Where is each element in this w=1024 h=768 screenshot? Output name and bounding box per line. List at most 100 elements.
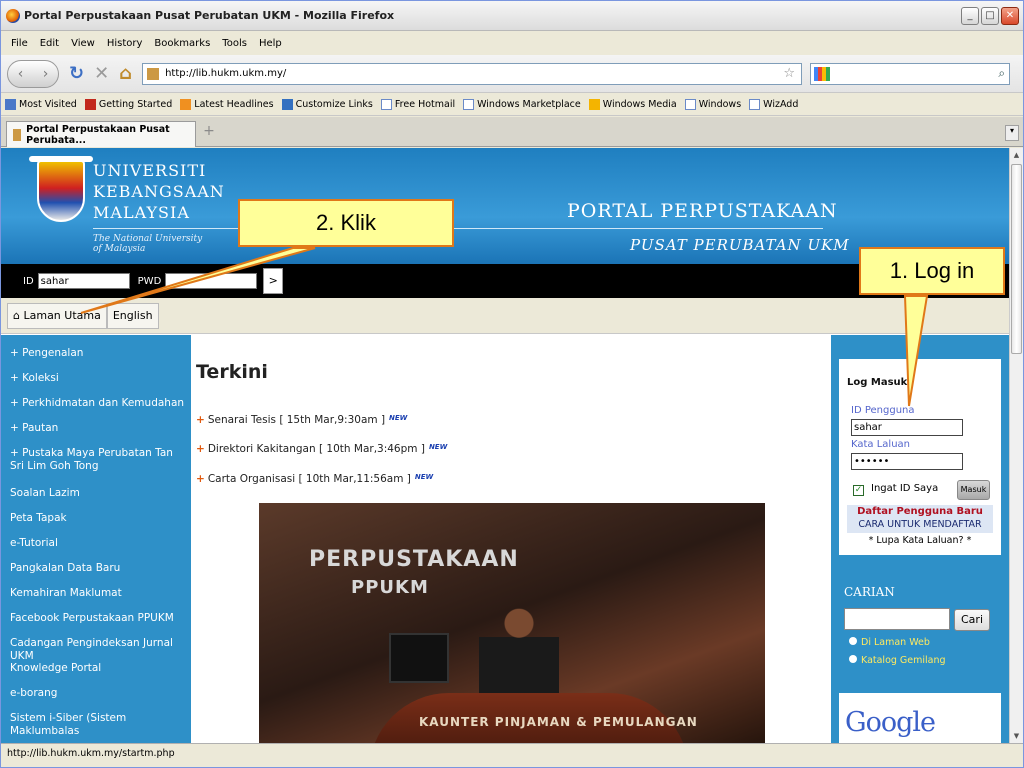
bookmark-free-hotmail[interactable]: Free Hotmail bbox=[380, 99, 455, 110]
bookmarks-toolbar: Most Visited Getting Started Latest Head… bbox=[1, 94, 1023, 116]
sidebar-item-perkhidmatan[interactable]: + Perkhidmatan dan Kemudahan bbox=[1, 397, 184, 410]
how-to-register-link[interactable]: CARA UNTUK MENDAFTAR bbox=[847, 519, 993, 530]
menu-tools[interactable]: Tools bbox=[222, 38, 247, 49]
tab-list-chevron-icon[interactable]: ▾ bbox=[1005, 125, 1019, 141]
stop-icon[interactable]: ✕ bbox=[94, 63, 109, 84]
password-input[interactable] bbox=[851, 453, 963, 470]
menu-edit[interactable]: Edit bbox=[40, 38, 59, 49]
bookmark-windows-marketplace[interactable]: Windows Marketplace bbox=[463, 99, 581, 110]
reload-icon[interactable]: ↻ bbox=[69, 63, 84, 84]
home-icon[interactable]: ⌂ bbox=[119, 63, 132, 84]
photo-monitor bbox=[389, 633, 449, 683]
back-forward-buttons[interactable]: ‹ › bbox=[7, 59, 59, 88]
sidebar-item-facebook[interactable]: Facebook Perpustakaan PPUKM bbox=[1, 612, 174, 625]
google-logo[interactable]: Google bbox=[845, 707, 936, 738]
login-title: Log Masuk bbox=[847, 377, 908, 388]
photo-librarian bbox=[479, 607, 559, 697]
home-link[interactable]: ⌂ Laman Utama bbox=[7, 302, 107, 329]
english-link[interactable]: English bbox=[106, 302, 159, 329]
msn-icon bbox=[281, 99, 293, 110]
bookmark-windows[interactable]: Windows bbox=[684, 99, 741, 110]
menu-help[interactable]: Help bbox=[259, 38, 282, 49]
search-box[interactable]: ⌕ bbox=[810, 62, 1011, 85]
sidebar-item-soalan-lazim[interactable]: Soalan Lazim bbox=[1, 487, 80, 500]
quick-pwd-label: PWD bbox=[137, 275, 162, 287]
menu-view[interactable]: View bbox=[71, 38, 95, 49]
menu-bookmarks[interactable]: Bookmarks bbox=[154, 38, 210, 49]
quick-id-input[interactable] bbox=[37, 273, 130, 289]
bookmark-windows-media[interactable]: Windows Media bbox=[588, 99, 677, 110]
sidebar-item-i-siber[interactable]: Sistem i-Siber (Sistem Maklumbalas bbox=[1, 712, 191, 738]
forgot-password-link[interactable]: * Lupa Kata Laluan? * bbox=[839, 535, 1001, 546]
news-item[interactable]: + Direktori Kakitangan [ 10th Mar,3:46pm … bbox=[196, 443, 447, 455]
firefox-icon bbox=[6, 8, 20, 23]
sidebar-item-knowledge-portal[interactable]: Knowledge Portal bbox=[1, 662, 101, 675]
search-heading: CARIAN bbox=[844, 585, 895, 599]
login-submit-button[interactable]: Masuk bbox=[957, 480, 990, 500]
site-favicon-icon bbox=[13, 128, 22, 141]
scrollbar-thumb[interactable] bbox=[1011, 164, 1022, 354]
tab-bar: Portal Perpustakaan Pusat Perubata... + … bbox=[1, 117, 1023, 147]
menu-bar: File Edit View History Bookmarks Tools H… bbox=[1, 32, 1023, 54]
radio-icon[interactable] bbox=[849, 655, 857, 663]
quick-pwd-input[interactable] bbox=[165, 273, 258, 289]
title-bar: Portal Perpustakaan Pusat Perubatan UKM … bbox=[1, 1, 1023, 31]
bookmark-most-visited[interactable]: Most Visited bbox=[5, 99, 77, 110]
page-icon bbox=[749, 99, 761, 110]
search-option-website[interactable]: Di Laman Web bbox=[849, 637, 930, 648]
page-icon bbox=[684, 99, 696, 110]
minimize-button[interactable]: _ bbox=[961, 7, 979, 25]
university-tagline: The National University of Malaysia bbox=[93, 234, 203, 254]
sidebar-item-e-tutorial[interactable]: e-Tutorial bbox=[1, 537, 58, 550]
search-option-catalog[interactable]: Katalog Gemilang bbox=[849, 655, 946, 666]
new-tab-icon[interactable]: + bbox=[199, 123, 219, 143]
url-bar[interactable]: http://lib.hukm.ukm.my/ ☆ bbox=[142, 62, 803, 85]
remember-checkbox[interactable]: ✓ bbox=[853, 485, 864, 496]
quick-id-label: ID bbox=[23, 275, 34, 287]
navigation-toolbar: ‹ › ↻ ✕ ⌂ http://lib.hukm.ukm.my/ ☆ ⌕ bbox=[1, 55, 1023, 93]
scroll-down-icon[interactable]: ▼ bbox=[1010, 729, 1023, 743]
bookmark-star-icon[interactable]: ☆ bbox=[783, 66, 795, 81]
register-link[interactable]: Daftar Pengguna Baru bbox=[847, 506, 993, 517]
menu-history[interactable]: History bbox=[107, 38, 143, 49]
vertical-scrollbar[interactable]: ▲ ▼ bbox=[1009, 148, 1023, 743]
forward-icon[interactable]: › bbox=[43, 66, 49, 82]
new-badge: NEW bbox=[414, 473, 434, 481]
sidebar-item-pustaka-maya[interactable]: + Pustaka Maya Perubatan Tan Sri Lim Goh… bbox=[1, 447, 181, 473]
sidebar-item-pautan[interactable]: + Pautan bbox=[1, 422, 58, 435]
new-badge: NEW bbox=[389, 414, 408, 422]
url-text[interactable]: http://lib.hukm.ukm.my/ bbox=[165, 68, 286, 79]
sidebar-item-peta-tapak[interactable]: Peta Tapak bbox=[1, 512, 67, 525]
page-heading: Terkini bbox=[196, 361, 268, 383]
sidebar-item-kemahiran[interactable]: Kemahiran Maklumat bbox=[1, 587, 122, 600]
scroll-up-icon[interactable]: ▲ bbox=[1010, 148, 1023, 162]
search-icon[interactable]: ⌕ bbox=[998, 66, 1005, 81]
radio-icon[interactable] bbox=[849, 637, 857, 645]
bookmark-customize-links[interactable]: Customize Links bbox=[281, 99, 373, 110]
news-item[interactable]: + Carta Organisasi [ 10th Mar,11:56am ] NE… bbox=[196, 473, 433, 485]
bookmark-wizadd[interactable]: WizAdd bbox=[749, 99, 798, 110]
menu-file[interactable]: File bbox=[11, 38, 28, 49]
status-bar: http://lib.hukm.ukm.my/startm.php bbox=[1, 743, 1023, 767]
sidebar-item-pengenalan[interactable]: + Pengenalan bbox=[1, 347, 83, 360]
back-icon[interactable]: ‹ bbox=[18, 66, 24, 82]
news-item[interactable]: + Senarai Tesis [ 15th Mar,9:30am ] NEW bbox=[196, 414, 407, 426]
sidebar-item-cadangan[interactable]: Cadangan Pengindeksan Jurnal UKM bbox=[1, 637, 191, 663]
google-search-engine-icon[interactable] bbox=[814, 66, 831, 81]
tab-portal[interactable]: Portal Perpustakaan Pusat Perubata... bbox=[6, 121, 196, 147]
sidebar-item-koleksi[interactable]: + Koleksi bbox=[1, 372, 59, 385]
bookmark-getting-started[interactable]: Getting Started bbox=[84, 99, 172, 110]
sidebar-item-pangkalan-data[interactable]: Pangkalan Data Baru bbox=[1, 562, 120, 575]
close-button[interactable]: ✕ bbox=[1001, 7, 1019, 25]
user-id-input[interactable] bbox=[851, 419, 963, 436]
site-search-button[interactable]: Cari bbox=[954, 609, 990, 631]
sidebar-item-e-borang[interactable]: e-borang bbox=[1, 687, 57, 700]
site-search-input[interactable] bbox=[844, 608, 950, 630]
password-label: Kata Laluan bbox=[851, 439, 911, 450]
bookmark-latest-headlines[interactable]: Latest Headlines bbox=[180, 99, 274, 110]
maximize-button[interactable]: □ bbox=[981, 7, 999, 25]
page-viewport: UNIVERSITI KEBANGSAAN MALAYSIA The Natio… bbox=[1, 148, 1009, 743]
portal-title: PORTAL PERPUSTAKAAN bbox=[567, 200, 838, 222]
quick-login-go-button[interactable]: > bbox=[263, 268, 284, 294]
page-icon bbox=[380, 99, 392, 110]
